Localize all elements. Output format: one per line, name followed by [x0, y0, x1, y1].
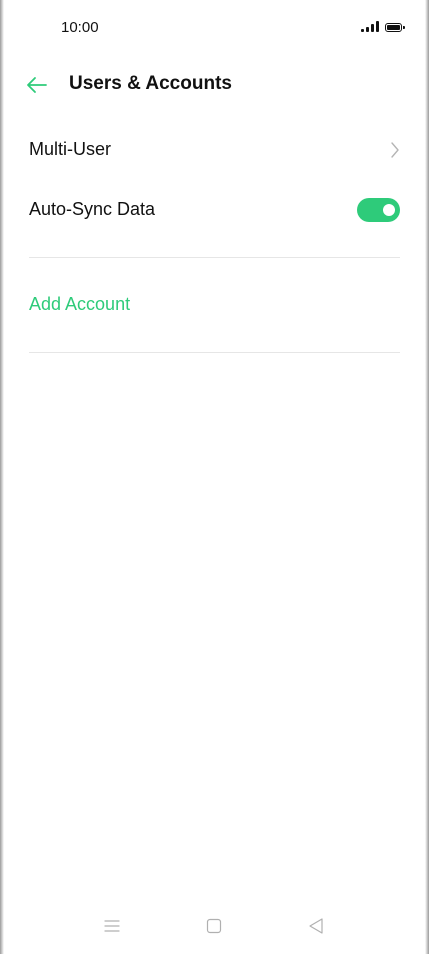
auto-sync-row: Auto-Sync Data: [29, 190, 400, 230]
divider: [29, 257, 400, 258]
add-account-button[interactable]: Add Account: [29, 294, 130, 315]
status-time: 10:00: [61, 19, 99, 36]
toggle-knob: [383, 204, 395, 216]
device-frame-left-edge: [0, 0, 4, 954]
battery-full-icon: [385, 23, 405, 32]
device-frame-right-edge: [425, 0, 429, 954]
navigation-bar: [0, 910, 429, 946]
status-icons: [361, 21, 405, 32]
back-button[interactable]: [24, 72, 50, 98]
arrow-left-icon: [27, 77, 47, 93]
chevron-right-icon: [391, 142, 399, 158]
page-title: Users & Accounts: [69, 73, 232, 94]
status-bar: 10:00: [0, 0, 429, 56]
multi-user-row[interactable]: Multi-User: [29, 130, 400, 170]
triangle-back-icon[interactable]: [307, 917, 325, 935]
app-bar: Users & Accounts: [0, 62, 429, 106]
divider: [29, 352, 400, 353]
signal-bars-icon: [361, 21, 379, 32]
auto-sync-label: Auto-Sync Data: [29, 199, 156, 219]
multi-user-label: Multi-User: [29, 139, 112, 159]
menu-lines-icon[interactable]: [104, 918, 120, 934]
square-home-icon[interactable]: [206, 918, 222, 934]
auto-sync-toggle[interactable]: [357, 198, 400, 222]
